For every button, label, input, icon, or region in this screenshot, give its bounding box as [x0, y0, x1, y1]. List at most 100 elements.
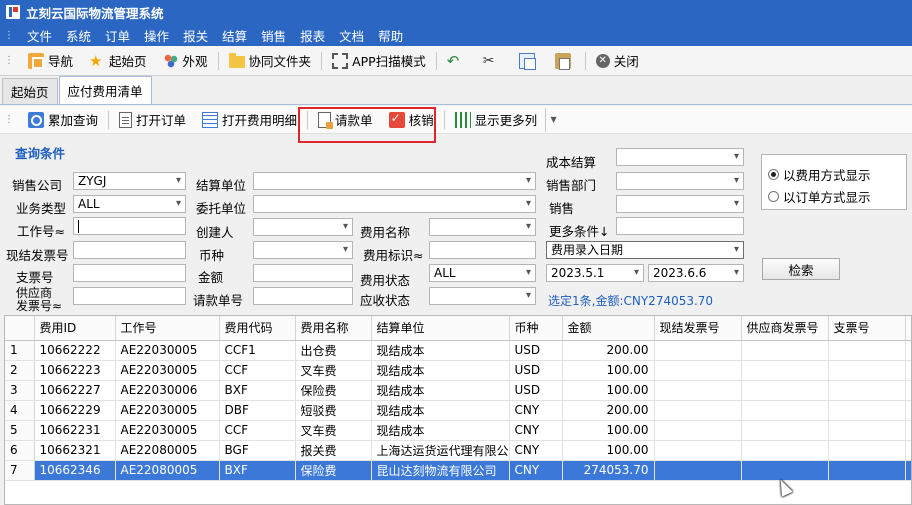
column-header[interactable]	[5, 316, 35, 341]
fee-flag-label: 费用标识≈	[363, 248, 424, 263]
search-button[interactable]: 检索	[762, 258, 840, 280]
table-cell: BXF	[219, 380, 296, 401]
table-row[interactable]: 1 10662222 AE22030005 CCF1 出仓费 现结成本 USD 200.00	[5, 340, 911, 361]
row-number: 2	[5, 360, 35, 381]
menu-customs[interactable]: 报关	[176, 26, 215, 45]
table-cell: 短驳费	[295, 400, 372, 421]
query-section-title: 查询条件	[15, 146, 66, 161]
fee-grid[interactable]: 费用ID工作号费用代码费用名称结算单位币种金额现结发票号供应商发票号支票号专 1…	[4, 315, 912, 505]
table-row[interactable]: 7 10662346 AE22080005 BXF 保险费 昆山达刻物流有限公司 CNY 27…	[5, 460, 911, 481]
cut-button[interactable]: ✂	[475, 49, 511, 73]
cash-invoice-no-input[interactable]	[73, 241, 186, 259]
appearance-button[interactable]: 外观	[155, 49, 216, 73]
tab-payable-fee-list[interactable]: 应付费用清单	[58, 76, 152, 104]
menu-operation[interactable]: 操作	[137, 26, 176, 45]
close-label: 关闭	[613, 54, 639, 69]
menu-sales[interactable]: 销售	[254, 26, 293, 45]
radio-by-order[interactable]: 以订单方式显示	[768, 187, 871, 206]
more-conditions-label[interactable]: 更多条件↓	[549, 221, 609, 240]
currency-select[interactable]	[253, 241, 353, 259]
open-fee-detail-label: 打开费用明细	[222, 113, 298, 128]
table-row[interactable]: 3 10662227 AE22030006 BXF 保险费 现结成本 USD 100.00	[5, 380, 911, 401]
show-more-columns-label: 显示更多列	[474, 113, 538, 128]
table-cell	[905, 340, 911, 361]
undo-icon: ↶	[446, 51, 460, 70]
menu-help[interactable]: 帮助	[371, 26, 410, 45]
column-header[interactable]: 费用ID	[34, 316, 116, 341]
table-cell: 10662231	[34, 420, 116, 441]
menu-system[interactable]: 系统	[59, 26, 98, 45]
undo-button[interactable]: ↶	[439, 49, 475, 73]
open-fee-detail-button[interactable]: 打开费用明细	[194, 108, 305, 132]
column-header[interactable]: 专	[905, 316, 911, 341]
menu-order[interactable]: 订单	[98, 26, 137, 45]
menu-settlement[interactable]: 结算	[215, 26, 254, 45]
sales-dept-select[interactable]	[616, 172, 744, 190]
entrust-unit-select[interactable]	[253, 195, 536, 213]
column-header[interactable]: 现结发票号	[654, 316, 742, 341]
creator-select[interactable]	[253, 218, 353, 236]
fee-flag-input[interactable]	[429, 241, 536, 259]
cost-settle-select[interactable]	[616, 148, 744, 166]
table-cell: 出仓费	[295, 340, 372, 361]
home-label: 起始页	[109, 54, 147, 69]
cheque-no-input[interactable]	[73, 264, 186, 282]
table-cell: BGF	[219, 440, 296, 461]
sales-select[interactable]	[616, 195, 744, 213]
table-cell	[905, 440, 911, 461]
toolbar-separator	[217, 51, 219, 70]
job-no-input[interactable]	[73, 217, 186, 235]
app-scan-button[interactable]: APP扫描模式	[324, 49, 434, 73]
nav-button[interactable]: 导航	[20, 49, 81, 73]
fee-status-select[interactable]: ALL	[429, 264, 536, 282]
date-to-picker[interactable]: 2023.6.6	[648, 264, 744, 282]
add-query-button[interactable]: 累加查询	[20, 108, 106, 132]
sales-company-label: 销售公司	[12, 178, 63, 193]
date-from-picker[interactable]: 2023.5.1	[546, 264, 644, 282]
menu-documents[interactable]: 文档	[332, 26, 371, 45]
column-header[interactable]: 支票号	[828, 316, 906, 341]
paste-button[interactable]	[547, 49, 583, 73]
table-cell	[828, 360, 906, 381]
request-no-input[interactable]	[253, 287, 353, 305]
biz-type-select[interactable]: ALL	[73, 195, 186, 213]
column-header[interactable]: 供应商发票号	[741, 316, 829, 341]
column-header[interactable]: 费用名称	[295, 316, 372, 341]
settle-unit-select[interactable]	[253, 172, 536, 190]
recv-status-select[interactable]	[429, 287, 536, 305]
column-header[interactable]: 工作号	[115, 316, 220, 341]
more-dropdown-button[interactable]: ▼	[545, 107, 561, 132]
column-header[interactable]: 金额	[562, 316, 655, 341]
menu-file[interactable]: 文件	[20, 26, 59, 45]
toolbar-separator	[321, 51, 323, 70]
amount-input[interactable]	[253, 264, 353, 282]
table-row[interactable]: 5 10662231 AE22030005 CCF 叉车费 现结成本 CNY 100.00	[5, 420, 911, 441]
menu-reports[interactable]: 报表	[293, 26, 332, 45]
table-cell: 200.00	[562, 400, 655, 421]
app-title: 立刻云国际物流管理系统	[26, 5, 164, 21]
open-order-button[interactable]: 打开订单	[111, 108, 194, 132]
row-number: 3	[5, 380, 35, 401]
date-field-select[interactable]: 费用录入日期	[546, 241, 744, 259]
column-header[interactable]: 币种	[509, 316, 563, 341]
column-header[interactable]: 费用代码	[219, 316, 296, 341]
home-button[interactable]: ★ 起始页	[81, 49, 155, 73]
table-row[interactable]: 2 10662223 AE22030005 CCF 叉车费 现结成本 USD 100.00	[5, 360, 911, 381]
more-conditions-input[interactable]	[616, 217, 744, 235]
table-cell: 上海达运货运代理有限公司	[371, 440, 510, 461]
supplier-invoice-no-input[interactable]	[73, 287, 186, 305]
radio-by-fee[interactable]: 以费用方式显示	[768, 165, 871, 184]
sales-company-select[interactable]: ZYGJ	[73, 172, 186, 190]
row-number: 5	[5, 420, 35, 441]
table-cell: USD	[509, 380, 563, 401]
show-more-columns-button[interactable]: 显示更多列	[447, 108, 546, 132]
fee-name-select[interactable]	[429, 218, 536, 236]
tab-home[interactable]: 起始页	[2, 78, 58, 104]
table-row[interactable]: 6 10662321 AE22080005 BGF 报关费 上海达运货运代理有限公司 CNY…	[5, 440, 911, 461]
close-button[interactable]: ✕ 关闭	[588, 49, 647, 73]
table-row[interactable]: 4 10662229 AE22030005 DBF 短驳费 现结成本 CNY 200.00	[5, 400, 911, 421]
copy-button[interactable]	[511, 49, 547, 73]
table-cell: CNY	[509, 400, 563, 421]
shared-folder-button[interactable]: 协同文件夹	[221, 49, 320, 73]
column-header[interactable]: 结算单位	[371, 316, 510, 341]
